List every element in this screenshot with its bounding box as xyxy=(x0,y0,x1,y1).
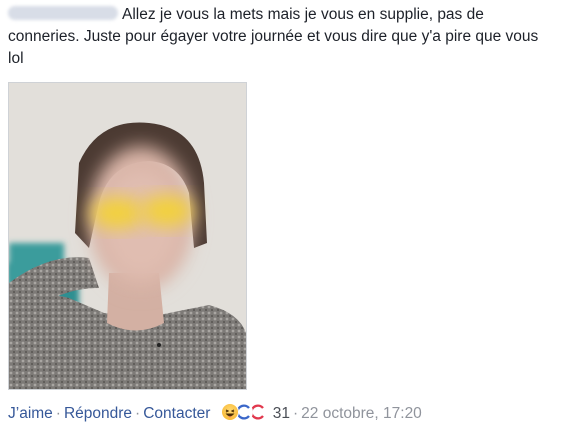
comment-block: Allez je vous la mets mais je vous en su… xyxy=(8,4,560,70)
contact-link[interactable]: Contacter xyxy=(143,405,210,422)
comment-actions: J’aime · Répondre · Contacter 31 · 22 octobre,… xyxy=(8,402,422,424)
reply-link[interactable]: Répondre xyxy=(64,405,132,422)
haha-icon xyxy=(220,403,239,421)
author-name-blurred[interactable] xyxy=(8,6,118,20)
comment-body: Allez je vous la mets mais je vous en su… xyxy=(8,4,560,70)
separator: · xyxy=(55,405,61,422)
comment-timestamp[interactable]: 22 octobre, 17:20 xyxy=(301,405,422,422)
like-link[interactable]: J’aime xyxy=(8,405,53,422)
photo-image xyxy=(9,83,246,389)
separator: · xyxy=(135,405,141,422)
reactions-summary[interactable] xyxy=(220,402,271,422)
reaction-count[interactable]: 31 xyxy=(273,405,290,422)
comment-photo[interactable] xyxy=(8,82,247,390)
separator: · xyxy=(292,405,299,422)
